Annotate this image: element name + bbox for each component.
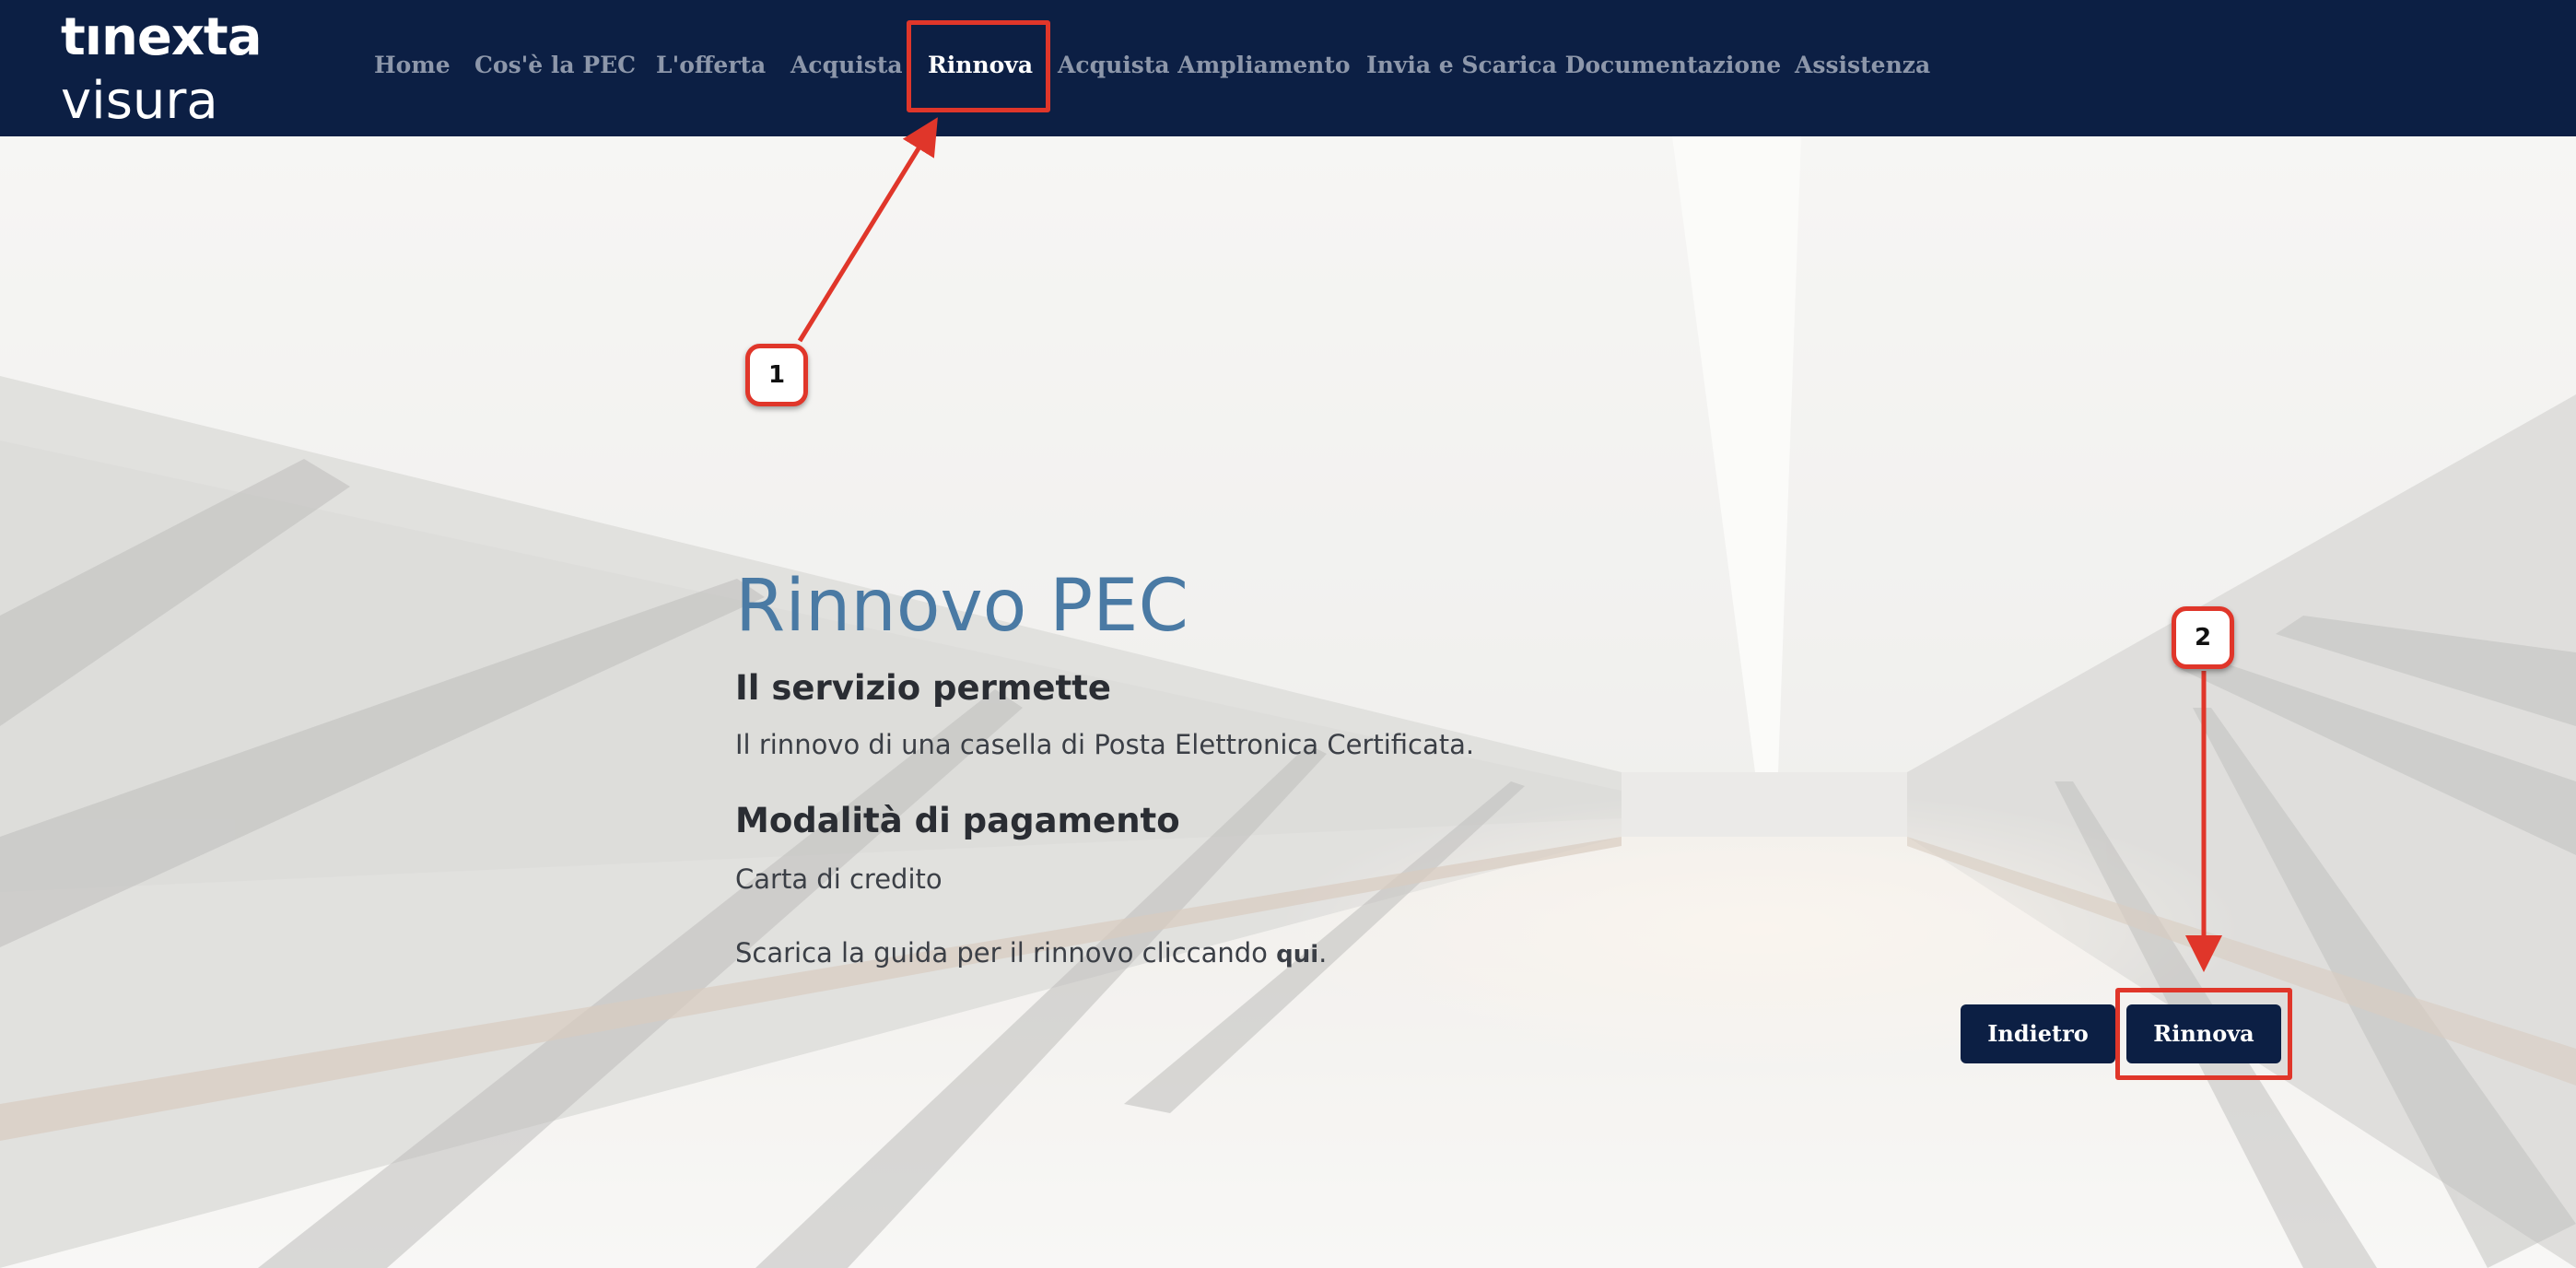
nav-item-offerta[interactable]: L'offerta — [656, 39, 766, 92]
step-1-badge: 1 — [745, 344, 808, 406]
payment-method: Carta di credito — [735, 863, 943, 895]
service-heading: Il servizio permette — [735, 668, 1111, 708]
page-title: Rinnovo PEC — [735, 565, 1188, 648]
hero-background — [0, 136, 2576, 1268]
nav-item-home[interactable]: Home — [374, 39, 451, 92]
guide-text-end: . — [1318, 937, 1328, 969]
guide-text: Scarica la guida per il rinnovo cliccand… — [735, 937, 1277, 969]
nav-item-cos-e-la-pec[interactable]: Cos'è la PEC — [474, 39, 636, 92]
highlight-nav-rinnova — [907, 20, 1050, 112]
guide-download-link[interactable]: qui — [1276, 941, 1318, 969]
tinexta-visura-logo[interactable]: tınexta visura — [61, 7, 310, 133]
nav-item-acquista-ampliamento[interactable]: Acquista Ampliamento — [1058, 39, 1351, 92]
nav-item-acquista[interactable]: Acquista — [790, 39, 903, 92]
step-2-badge: 2 — [2172, 606, 2234, 669]
logo-sub-text: visura — [61, 71, 218, 131]
logo-brand-text: tınexta — [61, 7, 262, 67]
payment-heading: Modalità di pagamento — [735, 801, 1180, 840]
corridor-background-image — [0, 136, 2576, 1268]
nav-item-invia-scarica-documentazione[interactable]: Invia e Scarica Documentazione — [1366, 39, 1781, 92]
highlight-renew-button — [2115, 988, 2292, 1080]
top-navigation-bar: tınexta visura Home Cos'è la PEC L'offer… — [0, 0, 2576, 136]
back-button[interactable]: Indietro — [1961, 1004, 2115, 1063]
guide-paragraph: Scarica la guida per il rinnovo cliccand… — [735, 934, 1327, 973]
service-description: Il rinnovo di una casella di Posta Elett… — [735, 729, 1475, 760]
nav-item-assistenza[interactable]: Assistenza — [1795, 39, 1930, 92]
